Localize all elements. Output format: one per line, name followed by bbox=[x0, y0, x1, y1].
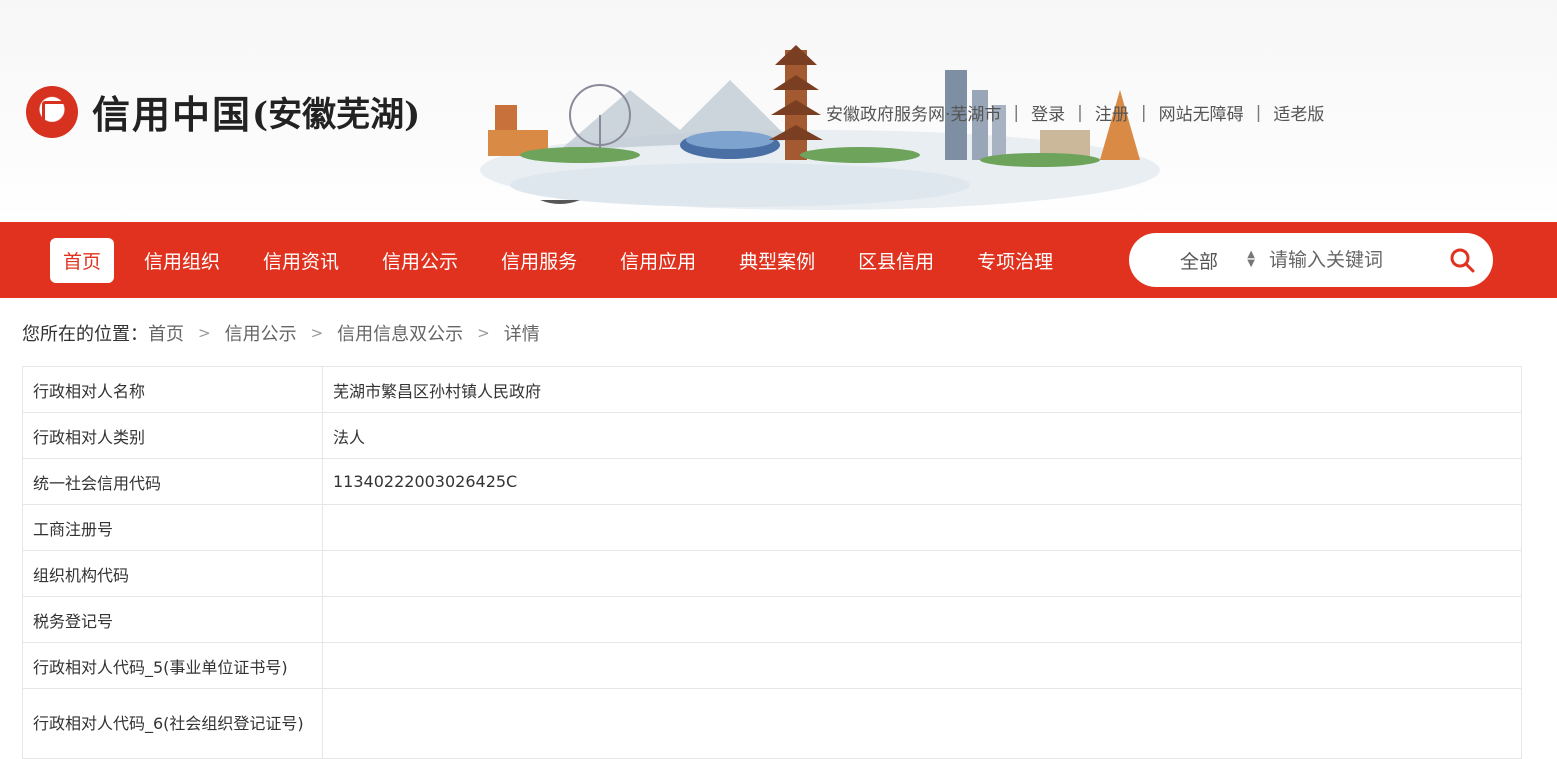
nav-credit-publicity[interactable]: 信用公示 bbox=[369, 238, 471, 283]
nav-special-governance[interactable]: 专项治理 bbox=[964, 238, 1066, 283]
row-value: 芜湖市繁昌区孙村镇人民政府 bbox=[322, 366, 1522, 413]
breadcrumb-credit-publicity[interactable]: 信用公示 bbox=[225, 320, 297, 346]
link-gov-service[interactable]: 安徽政府服务网·芜湖市 bbox=[826, 100, 1001, 125]
row-label: 行政相对人类别 bbox=[22, 412, 323, 459]
brand-subtitle: (安徽芜湖) bbox=[252, 95, 421, 135]
main-nav-bar: 首页 信用组织 信用资讯 信用公示 信用服务 信用应用 典型案例 区县信用 专项… bbox=[0, 222, 1557, 298]
table-row: 行政相对人类别 法人 bbox=[22, 412, 1522, 459]
row-label: 税务登记号 bbox=[22, 596, 323, 643]
row-value bbox=[322, 596, 1522, 643]
breadcrumb-home[interactable]: 首页 bbox=[148, 320, 184, 346]
row-label: 统一社会信用代码 bbox=[22, 458, 323, 505]
divider: | bbox=[1255, 102, 1262, 123]
row-label: 工商注册号 bbox=[22, 504, 323, 551]
row-value bbox=[322, 688, 1522, 759]
row-label: 组织机构代码 bbox=[22, 550, 323, 597]
credit-emblem-icon bbox=[26, 85, 78, 138]
table-row: 税务登记号 bbox=[22, 596, 1522, 643]
nav-credit-news[interactable]: 信用资讯 bbox=[250, 238, 352, 283]
header-banner: 信用中国 (安徽芜湖) 安徽政府服务网·芜湖市 | 登录 | 注册 | 网站无障… bbox=[0, 0, 1557, 222]
brand-title: 信用中国 bbox=[92, 92, 253, 137]
table-row: 工商注册号 bbox=[22, 504, 1522, 551]
chevron-right-icon: > bbox=[198, 324, 211, 342]
link-elderly-mode[interactable]: 适老版 bbox=[1273, 100, 1324, 125]
link-login[interactable]: 登录 bbox=[1031, 100, 1065, 125]
breadcrumb-prefix: 您所在的位置： bbox=[22, 324, 148, 345]
link-accessibility[interactable]: 网站无障碍 bbox=[1159, 100, 1244, 125]
nav-home[interactable]: 首页 bbox=[50, 237, 115, 283]
search-box: 全部 ▲ ▼ bbox=[1129, 233, 1493, 287]
site-logo[interactable]: 信用中国 (安徽芜湖) bbox=[26, 84, 420, 139]
row-value: 法人 bbox=[322, 412, 1522, 459]
divider: | bbox=[1013, 102, 1020, 123]
search-scope-select[interactable]: 全部 ▲ ▼ bbox=[1129, 233, 1269, 287]
table-row: 统一社会信用代码 11340222003026425C bbox=[22, 458, 1522, 505]
table-row: 行政相对人代码_5(事业单位证书号) bbox=[22, 642, 1522, 689]
top-links: 安徽政府服务网·芜湖市 | 登录 | 注册 | 网站无障碍 | 适老版 bbox=[826, 100, 1324, 126]
row-value: 11340222003026425C bbox=[322, 458, 1522, 505]
breadcrumb: 您所在的位置： 首页 > 信用公示 > 信用信息双公示 > 详情 bbox=[22, 320, 540, 346]
search-scope-value: 全部 bbox=[1179, 250, 1218, 273]
row-value bbox=[322, 504, 1522, 551]
row-label: 行政相对人代码_5(事业单位证书号) bbox=[22, 642, 323, 689]
breadcrumb-current: 详情 bbox=[503, 324, 540, 345]
nav-county-credit[interactable]: 区县信用 bbox=[845, 238, 947, 283]
nav-typical-cases[interactable]: 典型案例 bbox=[726, 238, 828, 283]
nav-credit-application[interactable]: 信用应用 bbox=[607, 238, 709, 283]
row-label: 行政相对人代码_6(社会组织登记证号) bbox=[22, 688, 323, 759]
table-row: 组织机构代码 bbox=[22, 550, 1522, 597]
row-label: 行政相对人名称 bbox=[22, 366, 323, 413]
table-row: 行政相对人代码_6(社会组织登记证号) bbox=[22, 688, 1522, 759]
divider: | bbox=[1140, 102, 1147, 123]
row-value bbox=[322, 550, 1522, 597]
sort-arrows-icon: ▲ ▼ bbox=[1247, 249, 1255, 269]
search-icon[interactable] bbox=[1449, 247, 1475, 273]
nav-credit-service[interactable]: 信用服务 bbox=[488, 238, 590, 283]
main-nav: 首页 信用组织 信用资讯 信用公示 信用服务 信用应用 典型案例 区县信用 专项… bbox=[50, 237, 1083, 283]
breadcrumb-double-publicity[interactable]: 信用信息双公示 bbox=[337, 320, 463, 346]
divider: | bbox=[1077, 102, 1083, 123]
nav-credit-org[interactable]: 信用组织 bbox=[131, 238, 233, 283]
search-input[interactable] bbox=[1269, 233, 1439, 287]
chevron-right-icon: > bbox=[477, 324, 490, 342]
link-register[interactable]: 注册 bbox=[1095, 100, 1129, 125]
chevron-right-icon: > bbox=[310, 324, 324, 342]
row-value bbox=[322, 642, 1522, 689]
table-row: 行政相对人名称 芜湖市繁昌区孙村镇人民政府 bbox=[22, 366, 1522, 413]
detail-table: 行政相对人名称 芜湖市繁昌区孙村镇人民政府 行政相对人类别 法人 统一社会信用代… bbox=[22, 366, 1522, 759]
